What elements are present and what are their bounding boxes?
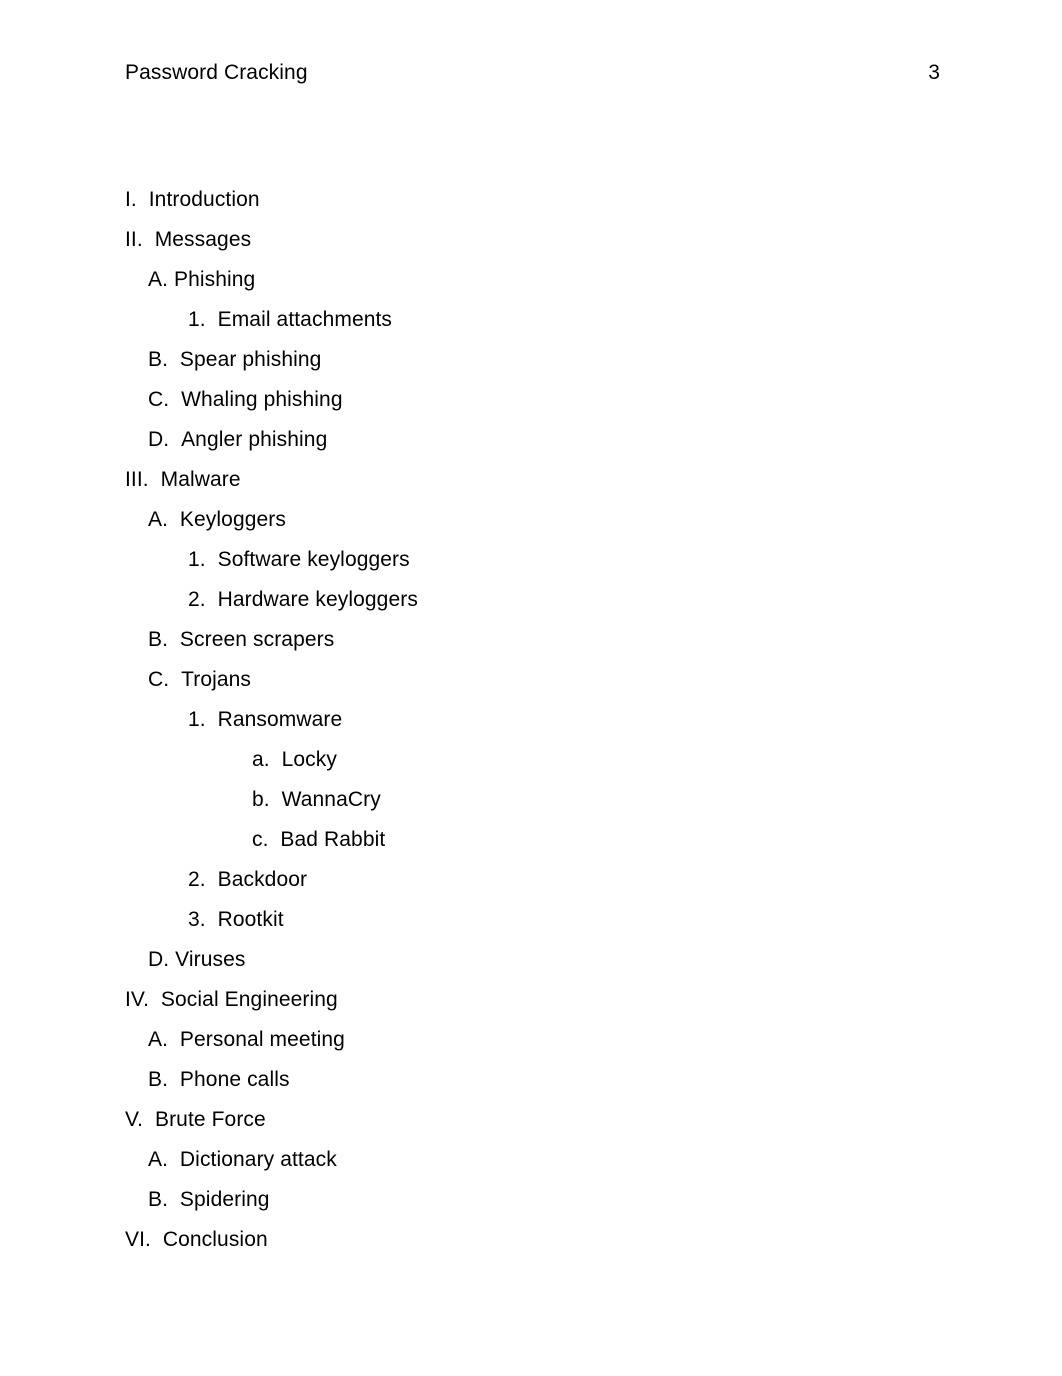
outline-item-marker: 2.	[188, 588, 218, 611]
document-page: Password Cracking 3 I. Introduction II. M…	[0, 0, 1062, 1376]
outline-item: A. Phishing	[125, 268, 945, 308]
outline-item-marker: B.	[148, 628, 180, 651]
outline-item-marker: 3.	[188, 908, 218, 931]
outline-item-label: Email attachments	[217, 308, 393, 331]
outline-item: 1. Ransomware	[125, 708, 945, 748]
outline-item-marker: B.	[148, 348, 180, 371]
outline-item-marker: VI.	[125, 1228, 163, 1251]
outline-item: B. Spear phishing	[125, 348, 945, 388]
outline-item-label: Backdoor	[217, 868, 308, 891]
outline-item-label: Phishing	[173, 268, 256, 291]
outline-item: 1. Software keyloggers	[125, 548, 945, 588]
outline-item-label: Trojans	[181, 668, 252, 691]
header-title: Password Cracking	[125, 61, 308, 84]
outline-item-label: Screen scrapers	[179, 628, 335, 651]
outline-item-label: Malware	[160, 468, 241, 491]
outline-item: I. Introduction	[125, 188, 945, 228]
outline-item: C. Trojans	[125, 668, 945, 708]
outline-item-label: Messages	[154, 228, 252, 251]
outline-item-marker: a.	[252, 748, 282, 771]
running-header: Password Cracking 3	[125, 60, 940, 86]
outline-item-marker: 1.	[188, 708, 218, 731]
outline-item-label: Personal meeting	[179, 1028, 345, 1051]
outline-item: V. Brute Force	[125, 1108, 945, 1148]
outline-item-marker: A.	[148, 508, 180, 531]
outline-item-marker: C.	[148, 388, 182, 411]
outline-item-marker: D.	[148, 428, 182, 451]
outline-item: VI. Conclusion	[125, 1228, 945, 1268]
outline-item: B. Screen scrapers	[125, 628, 945, 668]
outline-list: I. Introduction II. Messages A. Phishing 1.…	[125, 188, 945, 1268]
outline-item-label: Rootkit	[217, 908, 284, 931]
outline-item: D. Angler phishing	[125, 428, 945, 468]
outline-item-label: Software keyloggers	[217, 548, 410, 571]
outline-item-label: Dictionary attack	[179, 1148, 337, 1171]
outline-item: a. Locky	[125, 748, 945, 788]
outline-item-marker: IV.	[125, 988, 161, 1011]
outline-item: 2. Backdoor	[125, 868, 945, 908]
outline-item: 2. Hardware keyloggers	[125, 588, 945, 628]
outline-item-label: Conclusion	[162, 1228, 268, 1251]
outline-item-label: Spear phishing	[179, 348, 322, 371]
outline-item-marker: c.	[252, 828, 281, 851]
outline-item: B. Phone calls	[125, 1068, 945, 1108]
outline-item: b. WannaCry	[125, 788, 945, 828]
outline-item: IV. Social Engineering	[125, 988, 945, 1028]
outline-item: D. Viruses	[125, 948, 945, 988]
outline-item-marker: 1.	[188, 308, 218, 331]
outline-item-label: Viruses	[175, 948, 246, 971]
outline-item-marker: C.	[148, 668, 182, 691]
outline-item-marker: A.	[148, 1028, 180, 1051]
outline-item-marker: B.	[148, 1068, 180, 1091]
outline-item-label: Ransomware	[217, 708, 343, 731]
outline-item-marker: A.	[148, 1148, 180, 1171]
outline-item-label: Brute Force	[154, 1108, 266, 1131]
outline-item: C. Whaling phishing	[125, 388, 945, 428]
outline-item-marker: A.	[148, 268, 174, 291]
outline-item: c. Bad Rabbit	[125, 828, 945, 868]
page-number: 3	[928, 61, 940, 84]
outline-item: 1. Email attachments	[125, 308, 945, 348]
outline-item: B. Spidering	[125, 1188, 945, 1228]
outline-item: A. Dictionary attack	[125, 1148, 945, 1188]
outline-item-label: Keyloggers	[179, 508, 286, 531]
outline-item-marker: I.	[125, 188, 149, 211]
outline-item-marker: 2.	[188, 868, 218, 891]
outline-item: III. Malware	[125, 468, 945, 508]
outline-item-marker: b.	[252, 788, 282, 811]
outline-item: II. Messages	[125, 228, 945, 268]
outline-item-label: WannaCry	[281, 788, 381, 811]
outline-item-label: Spidering	[179, 1188, 270, 1211]
outline-item: A. Personal meeting	[125, 1028, 945, 1068]
outline-item-marker: V.	[125, 1108, 155, 1131]
outline-item: A. Keyloggers	[125, 508, 945, 548]
outline-item-label: Hardware keyloggers	[217, 588, 418, 611]
outline-item-label: Phone calls	[179, 1068, 290, 1091]
outline-item-label: Bad Rabbit	[280, 828, 386, 851]
outline-item-marker: D.	[148, 948, 176, 971]
outline-item-marker: B.	[148, 1188, 180, 1211]
outline-item-label: Social Engineering	[160, 988, 338, 1011]
outline-item-marker: 1.	[188, 548, 218, 571]
outline-item-label: Introduction	[148, 188, 260, 211]
outline-item-label: Whaling phishing	[181, 388, 343, 411]
outline-item-label: Angler phishing	[181, 428, 328, 451]
outline-item-marker: III.	[125, 468, 161, 491]
outline-item-marker: II.	[125, 228, 155, 251]
outline-item-label: Locky	[281, 748, 337, 771]
outline-item: 3. Rootkit	[125, 908, 945, 948]
